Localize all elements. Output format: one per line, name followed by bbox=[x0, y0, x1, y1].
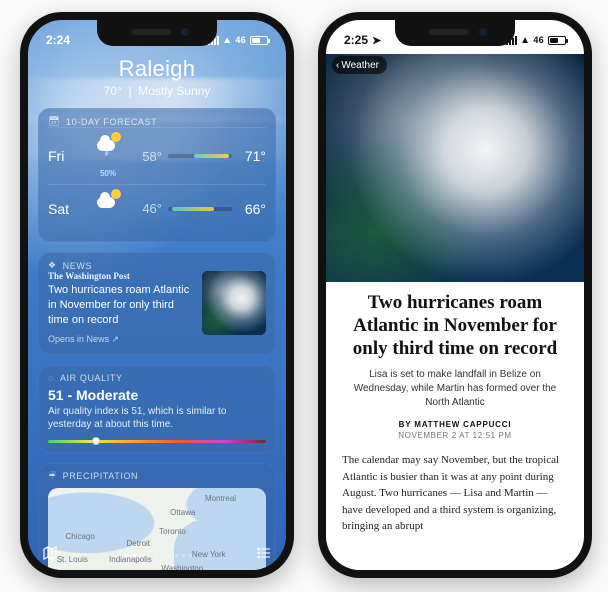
news-card[interactable]: ❖ NEWS The Washington Post Two hurricane… bbox=[38, 252, 276, 355]
forecast-low: 46° bbox=[134, 201, 162, 216]
back-to-weather[interactable]: ‹ Weather bbox=[332, 56, 387, 74]
news-icon: ❖ bbox=[48, 260, 57, 271]
list-button[interactable] bbox=[256, 545, 272, 566]
news-headline: Two hurricanes roam Atlantic in November… bbox=[48, 283, 194, 328]
map-city-label: Montreal bbox=[205, 494, 236, 503]
article-content[interactable]: Two hurricanes roam Atlantic in November… bbox=[326, 282, 584, 570]
location-arrow-icon: ➤ bbox=[122, 550, 130, 561]
notch bbox=[97, 20, 217, 46]
forecast-card[interactable]: 📅︎ 10-DAY FORECAST Fri 50% 58° 71° bbox=[38, 108, 276, 242]
forecast-row[interactable]: Fri 50% 58° 71° bbox=[48, 127, 266, 184]
forecast-icon bbox=[88, 191, 128, 226]
map-city-label: Ottawa bbox=[170, 508, 195, 517]
forecast-high: 66° bbox=[238, 201, 266, 217]
weather-summary: 70° | Mostly Sunny bbox=[38, 84, 276, 98]
air-quality-desc: Air quality index is 51, which is simila… bbox=[48, 405, 266, 432]
air-quality-value: 51 - Moderate bbox=[48, 387, 266, 403]
article-title: Two hurricanes roam Atlantic in November… bbox=[342, 292, 568, 360]
city-name: Raleigh bbox=[38, 56, 276, 82]
page-dots[interactable]: ➤ bbox=[122, 550, 193, 561]
article-hero-image bbox=[326, 54, 584, 282]
forecast-row[interactable]: Sat 46° 66° bbox=[48, 184, 266, 232]
article-byline: BY MATTHEW CAPPUCCI bbox=[342, 420, 568, 429]
summary-temp: 70° bbox=[104, 84, 122, 98]
wifi-icon: ▲ bbox=[222, 35, 232, 46]
air-quality-card[interactable]: ◌ AIR QUALITY 51 - Moderate Air quality … bbox=[38, 365, 276, 453]
map-city-label: Toronto bbox=[159, 527, 186, 536]
air-quality-icon: ◌ bbox=[48, 373, 54, 383]
news-header: NEWS bbox=[63, 261, 92, 271]
article-date: NOVEMBER 2 AT 12:51 PM bbox=[342, 431, 568, 440]
status-time: 2:25 bbox=[344, 33, 368, 47]
chevron-left-icon: ‹ bbox=[336, 60, 339, 71]
temp-range-bar bbox=[168, 154, 232, 158]
location-arrow-icon: ➤ bbox=[372, 34, 381, 47]
summary-condition: Mostly Sunny bbox=[138, 84, 210, 98]
news-source: The Washington Post bbox=[48, 271, 194, 281]
calendar-icon: 📅︎ bbox=[48, 116, 60, 127]
battery-pct: 46 bbox=[235, 35, 246, 45]
open-in-news[interactable]: Opens in News ↗ bbox=[48, 334, 194, 345]
news-thumbnail bbox=[202, 271, 266, 335]
battery-pct: 46 bbox=[533, 35, 544, 45]
air-quality-header: AIR QUALITY bbox=[60, 373, 123, 383]
forecast-day: Fri bbox=[48, 148, 82, 164]
map-button[interactable] bbox=[42, 545, 58, 566]
battery-icon bbox=[250, 36, 268, 45]
forecast-high: 71° bbox=[238, 148, 266, 164]
forecast-header: 10-DAY FORECAST bbox=[66, 117, 157, 127]
article-subtitle: Lisa is set to make landfall in Belize o… bbox=[342, 368, 568, 410]
phone-left: 2:24 SOS ▲ 46 Raleigh 70° | Mostly Sunny bbox=[20, 12, 294, 578]
article-body: The calendar may say November, but the t… bbox=[342, 452, 568, 535]
phone-right: 2:25 ➤ SOS ▲ 46 ‹ Weather Two hur bbox=[318, 12, 592, 578]
temp-range-bar bbox=[168, 207, 232, 211]
forecast-icon: 50% bbox=[88, 134, 128, 178]
umbrella-icon: ☔︎ bbox=[48, 471, 57, 482]
precip-percent: 50% bbox=[88, 169, 128, 178]
forecast-low: 58° bbox=[134, 149, 162, 164]
forecast-day: Sat bbox=[48, 201, 82, 217]
external-link-icon: ↗ bbox=[112, 334, 120, 344]
status-time: 2:24 bbox=[46, 33, 70, 47]
precipitation-header: PRECIPITATION bbox=[63, 471, 138, 481]
back-label: Weather bbox=[341, 60, 379, 71]
notch bbox=[395, 20, 515, 46]
air-quality-scale bbox=[48, 440, 266, 443]
battery-icon bbox=[548, 36, 566, 45]
weather-toolbar: ➤ bbox=[28, 540, 286, 570]
wifi-icon: ▲ bbox=[520, 35, 530, 46]
